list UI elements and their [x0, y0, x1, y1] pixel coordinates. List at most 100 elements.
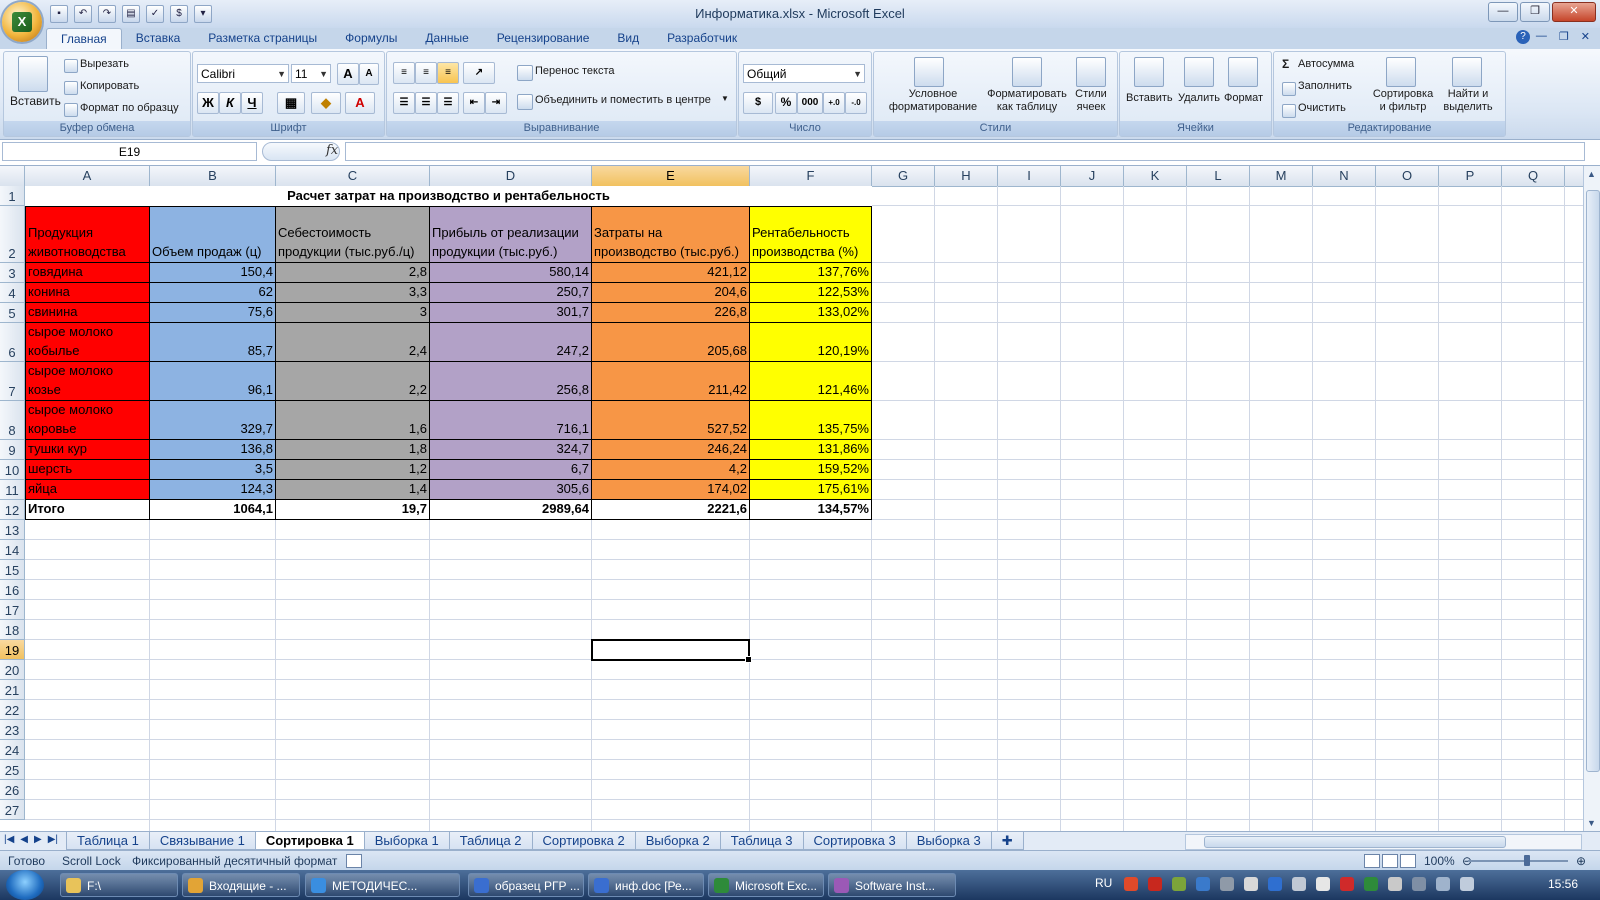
sheet-tab[interactable]: Сортировка 2	[531, 832, 636, 850]
column-header[interactable]: D	[430, 166, 592, 186]
horizontal-scroll-thumb[interactable]	[1204, 836, 1506, 848]
row-header[interactable]: 6	[0, 323, 25, 362]
row-header[interactable]: 11	[0, 480, 25, 500]
ribbon-tab[interactable]: Данные	[411, 28, 482, 49]
sheet-tab[interactable]: Выборка 1	[363, 832, 450, 850]
row-header[interactable]: 8	[0, 401, 25, 440]
column-header[interactable]: K	[1124, 166, 1187, 186]
cell-styles-button[interactable]: Стили ячеек	[1070, 88, 1112, 114]
spreadsheet-grid[interactable]: ABCDEFGHIJKLMNOPQ 1 2 3 4 5 6 7 8 9 10 11 12 13 14 15 1…	[0, 166, 1583, 831]
cell[interactable]: яйца	[25, 480, 150, 500]
align-right-icon[interactable]: ☰	[437, 92, 459, 114]
column-header[interactable]: B	[150, 166, 276, 186]
normal-view-icon[interactable]	[1364, 854, 1380, 868]
decrease-indent-icon[interactable]: ⇤	[463, 92, 485, 114]
column-header[interactable]: P	[1439, 166, 1502, 186]
cell[interactable]: 19,7	[276, 500, 430, 520]
taskbar-button[interactable]: Microsoft Exc...	[708, 873, 824, 897]
row-header[interactable]: 9	[0, 440, 25, 460]
row-header[interactable]: 19	[0, 640, 25, 660]
column-header[interactable]: H	[935, 166, 998, 186]
currency-format-icon[interactable]: $	[743, 92, 773, 114]
row-header[interactable]: 14	[0, 540, 25, 560]
cell[interactable]: 136,8	[150, 440, 276, 460]
page-break-view-icon[interactable]	[1400, 854, 1416, 868]
cell[interactable]: 62	[150, 283, 276, 303]
increase-indent-icon[interactable]: ⇥	[485, 92, 507, 114]
tray-app-icon[interactable]	[1196, 877, 1210, 891]
align-middle-icon[interactable]: ≡	[415, 62, 437, 84]
workbook-restore-icon[interactable]: ❐	[1559, 30, 1569, 43]
taskbar-button[interactable]: Software Inst...	[828, 873, 956, 897]
format-painter-button[interactable]: Формат по образцу	[80, 102, 179, 114]
cell[interactable]: Рентабельность производства (%)	[750, 206, 872, 263]
column-header[interactable]: M	[1250, 166, 1313, 186]
increase-decimal-icon[interactable]: +.0	[823, 92, 845, 114]
format-as-table-button[interactable]: Форматировать как таблицу	[982, 88, 1072, 114]
vertical-scrollbar[interactable]: ▲ ▼	[1583, 166, 1600, 831]
fill-color-icon[interactable]: ◆	[311, 92, 341, 114]
select-all-corner[interactable]	[0, 166, 25, 186]
last-sheet-icon[interactable]: ▶|	[48, 834, 58, 845]
cell[interactable]: 247,2	[430, 323, 592, 362]
cell[interactable]: говядина	[25, 263, 150, 283]
row-header[interactable]: 4	[0, 283, 25, 303]
ribbon-tab[interactable]: Вставка	[122, 28, 195, 49]
close-button[interactable]: ✕	[1552, 2, 1596, 22]
language-indicator[interactable]: RU	[1095, 876, 1112, 890]
cell[interactable]: 135,75%	[750, 401, 872, 440]
cell[interactable]: Себестоимость продукции (тыс.руб./ц)	[276, 206, 430, 263]
row-header[interactable]: 27	[0, 800, 25, 820]
row-header[interactable]: 2	[0, 206, 25, 263]
paste-button[interactable]: Вставить	[10, 94, 61, 108]
tray-app-icon[interactable]	[1292, 877, 1306, 891]
cell[interactable]: 3	[276, 303, 430, 323]
format-cells-button[interactable]: Формат	[1224, 92, 1263, 104]
chevron-down-icon[interactable]: ▼	[721, 94, 729, 103]
tray-app-icon[interactable]	[1412, 877, 1426, 891]
row-header[interactable]: 13	[0, 520, 25, 540]
office-button[interactable]: X	[2, 2, 42, 42]
column-header[interactable]: E	[592, 166, 750, 186]
tray-app-icon[interactable]	[1124, 877, 1138, 891]
font-color-button[interactable]: А	[345, 92, 375, 114]
orientation-icon[interactable]: ↗	[463, 62, 495, 84]
row-header[interactable]: 1	[0, 186, 25, 206]
shrink-font-button[interactable]: A	[359, 63, 379, 85]
cell[interactable]: 124,3	[150, 480, 276, 500]
first-sheet-icon[interactable]: |◀	[4, 834, 14, 845]
cell[interactable]: 122,53%	[750, 283, 872, 303]
cell[interactable]: 96,1	[150, 362, 276, 401]
ribbon-tab[interactable]: Вид	[603, 28, 653, 49]
paste-icon[interactable]	[18, 56, 48, 92]
cell[interactable]: 3,3	[276, 283, 430, 303]
cell[interactable]: 1064,1	[150, 500, 276, 520]
cell[interactable]: 1,4	[276, 480, 430, 500]
conditional-format-button[interactable]: Условное форматирование	[878, 88, 988, 114]
tray-app-icon[interactable]	[1148, 877, 1162, 891]
column-header[interactable]: Q	[1502, 166, 1565, 186]
insert-cells-button[interactable]: Вставить	[1126, 92, 1173, 104]
delete-cells-button[interactable]: Удалить	[1178, 92, 1220, 104]
column-header[interactable]: A	[25, 166, 150, 186]
cell[interactable]: 6,7	[430, 460, 592, 480]
row-header[interactable]: 16	[0, 580, 25, 600]
cell[interactable]: 1,6	[276, 401, 430, 440]
cell[interactable]: 226,8	[592, 303, 750, 323]
cell[interactable]: 204,6	[592, 283, 750, 303]
sheet-tab[interactable]: Сортировка 3	[802, 832, 907, 850]
sheet-tab[interactable]: Связывание 1	[148, 832, 256, 850]
cell[interactable]: Итого	[25, 500, 150, 520]
column-header[interactable]: C	[276, 166, 430, 186]
find-select-button[interactable]: Найти и выделить	[1438, 88, 1498, 114]
cell[interactable]: 133,02%	[750, 303, 872, 323]
cell[interactable]: 205,68	[592, 323, 750, 362]
cell[interactable]: 159,52%	[750, 460, 872, 480]
active-cell-selection[interactable]	[591, 639, 752, 663]
sheet-tab[interactable]: Выборка 2	[634, 832, 721, 850]
row-header[interactable]: 24	[0, 740, 25, 760]
copy-button[interactable]: Копировать	[80, 80, 139, 92]
taskbar-button[interactable]: F:\	[60, 873, 178, 897]
row-header[interactable]: 22	[0, 700, 25, 720]
row-header[interactable]: 5	[0, 303, 25, 323]
